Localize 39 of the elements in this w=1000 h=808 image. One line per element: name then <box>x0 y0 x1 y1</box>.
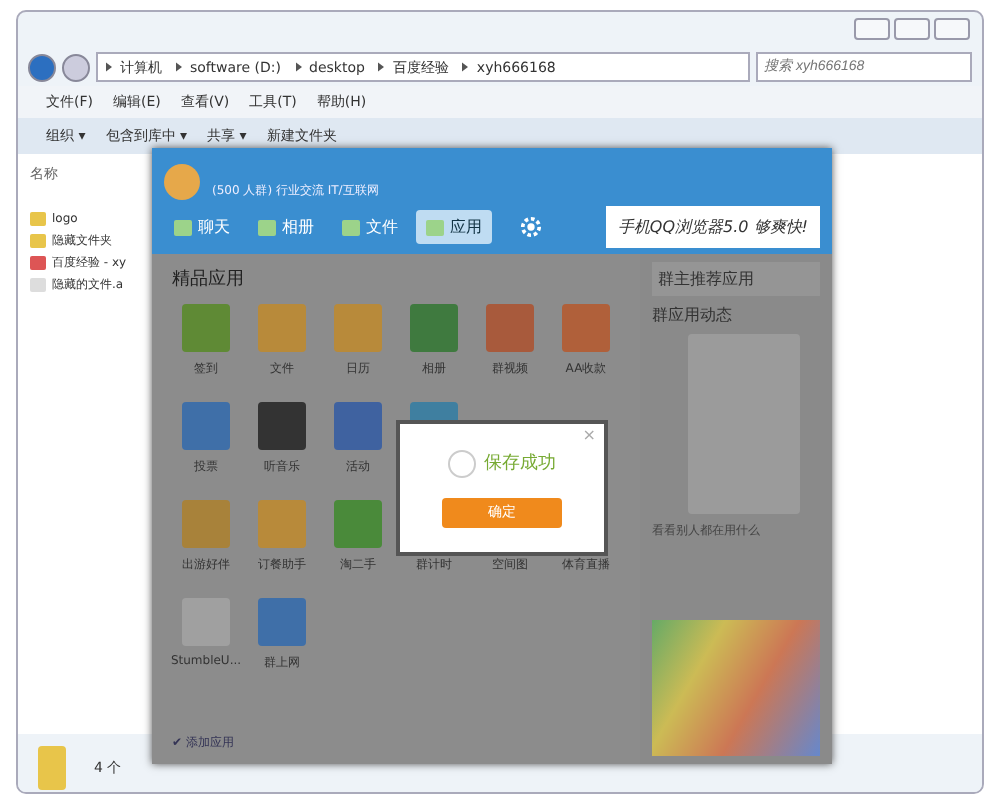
tab[interactable]: 文件 <box>332 210 408 244</box>
chevron-icon <box>295 62 301 72</box>
back-button[interactable] <box>28 53 56 81</box>
app-icon[interactable] <box>334 500 382 548</box>
maximize-button[interactable] <box>894 18 930 40</box>
app-icon[interactable] <box>334 402 382 450</box>
chevron-icon <box>378 62 385 72</box>
tab[interactable]: 相册 <box>248 210 324 244</box>
dialog-message: 保存成功 <box>484 451 556 476</box>
app-icon[interactable] <box>410 304 458 352</box>
forward-button[interactable] <box>62 53 90 81</box>
check-icon <box>448 449 476 477</box>
panel-subheading: 群应用动态 <box>652 304 734 326</box>
close-button[interactable] <box>934 18 970 40</box>
app-icon[interactable] <box>258 598 306 646</box>
app-icon[interactable] <box>334 304 382 352</box>
tab[interactable]: 聊天 <box>164 210 240 244</box>
settings-icon[interactable] <box>520 216 542 238</box>
section-title: 精品应用 <box>172 267 246 292</box>
app-icon[interactable] <box>258 402 306 450</box>
app-icon[interactable] <box>182 304 230 352</box>
panel-heading: 群主推荐应用 <box>652 262 820 296</box>
minimize-button[interactable] <box>854 18 890 40</box>
app-icon[interactable] <box>562 304 610 352</box>
avatar-icon <box>164 164 200 200</box>
app-icon[interactable] <box>258 500 306 548</box>
chevron-icon <box>462 62 469 72</box>
app-icon[interactable] <box>182 500 230 548</box>
web-icon <box>30 256 46 270</box>
folder-icon <box>38 746 66 790</box>
app-icon[interactable] <box>258 304 306 352</box>
file-icon <box>30 278 46 292</box>
chevron-icon <box>106 62 112 72</box>
app-icon[interactable] <box>486 304 534 352</box>
chevron-icon <box>176 62 182 72</box>
app-icon[interactable] <box>182 402 230 450</box>
music-ad-banner[interactable] <box>652 620 820 756</box>
tab[interactable]: 应用 <box>416 210 492 244</box>
ad-banner[interactable]: 手机QQ浏览器5.0 够爽快! <box>605 206 820 248</box>
